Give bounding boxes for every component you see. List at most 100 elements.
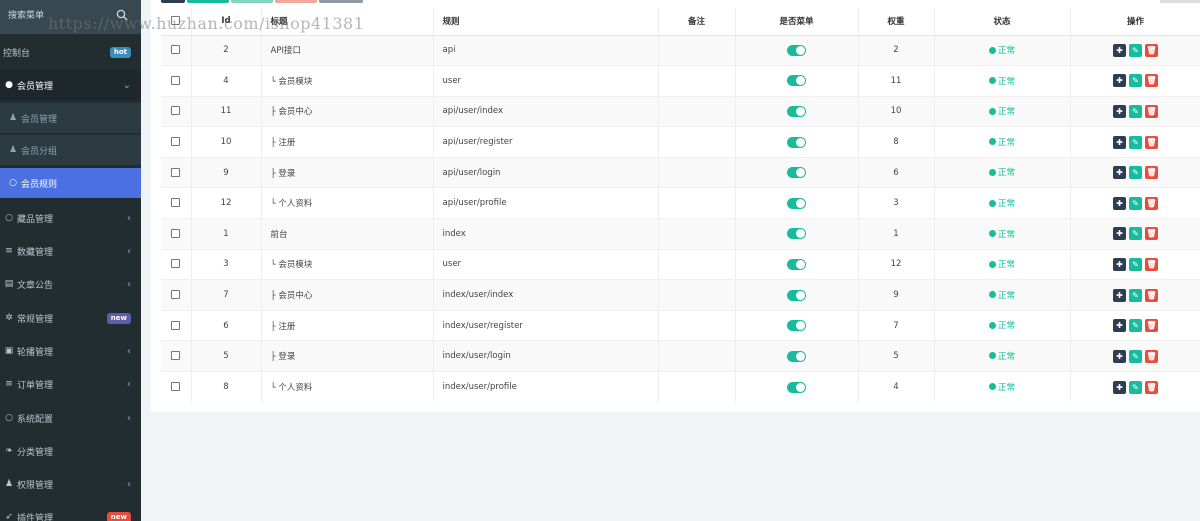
- delete-row-button[interactable]: 🗑: [1145, 43, 1158, 57]
- status-badge[interactable]: 正常: [988, 381, 1015, 393]
- is-menu-toggle[interactable]: [787, 381, 806, 393]
- table-row[interactable]: 10 ├ 注册 api/user/register 8 正常 ✚ ✎ 🗑: [161, 126, 1200, 158]
- add-child-button[interactable]: ✚: [1113, 43, 1126, 57]
- column-header-weight[interactable]: 权重: [858, 8, 935, 36]
- sidebar-item-13[interactable]: ♟ 权限管理 ‹: [0, 469, 141, 499]
- column-header-remark[interactable]: 备注: [658, 8, 736, 36]
- delete-row-button[interactable]: 🗑: [1145, 227, 1158, 241]
- delete-row-button[interactable]: 🗑: [1145, 104, 1158, 118]
- status-badge[interactable]: 正常: [988, 228, 1015, 240]
- row-checkbox[interactable]: [171, 75, 181, 85]
- add-child-button[interactable]: ✚: [1113, 288, 1126, 302]
- status-badge[interactable]: 正常: [988, 197, 1015, 209]
- sidebar-item-5[interactable]: ○ 藏品管理 ‹: [0, 203, 141, 233]
- row-checkbox[interactable]: [171, 167, 181, 177]
- status-badge[interactable]: 正常: [988, 44, 1015, 56]
- row-checkbox[interactable]: [171, 198, 181, 208]
- edit-row-button[interactable]: ✎: [1129, 380, 1142, 394]
- is-menu-toggle[interactable]: [787, 105, 806, 117]
- sidebar-item-9[interactable]: ▣ 轮播管理 ‹: [0, 336, 141, 366]
- table-row[interactable]: 3 └ 会员模块 user 12 正常 ✚ ✎ 🗑: [161, 248, 1200, 280]
- delete-row-button[interactable]: 🗑: [1145, 135, 1158, 149]
- row-checkbox[interactable]: [171, 290, 181, 300]
- row-checkbox[interactable]: [171, 106, 181, 116]
- row-checkbox[interactable]: [171, 320, 181, 330]
- delete-row-button[interactable]: 🗑: [1145, 319, 1158, 333]
- delete-button[interactable]: [275, 0, 317, 3]
- add-child-button[interactable]: ✚: [1113, 380, 1126, 394]
- is-menu-toggle[interactable]: [787, 228, 806, 240]
- is-menu-toggle[interactable]: [787, 167, 806, 179]
- edit-row-button[interactable]: ✎: [1129, 227, 1142, 241]
- sidebar-item-1[interactable]: ● 会员管理 ⌄: [0, 70, 141, 100]
- add-child-button[interactable]: ✚: [1113, 135, 1126, 149]
- search-icon[interactable]: [116, 9, 128, 21]
- edit-row-button[interactable]: ✎: [1129, 43, 1142, 57]
- row-checkbox[interactable]: [171, 228, 181, 238]
- add-button[interactable]: [187, 0, 229, 3]
- sidebar-item-11[interactable]: ○ 系统配置 ‹: [0, 403, 141, 433]
- delete-row-button[interactable]: 🗑: [1145, 380, 1158, 394]
- refresh-button[interactable]: [161, 0, 185, 3]
- add-child-button[interactable]: ✚: [1113, 227, 1126, 241]
- table-row[interactable]: 11 ├ 会员中心 api/user/index 10 正常 ✚ ✎ 🗑: [161, 95, 1200, 127]
- delete-row-button[interactable]: 🗑: [1145, 349, 1158, 363]
- table-row[interactable]: 8 └ 个人资料 index/user/profile 4 正常 ✚ ✎ 🗑: [161, 371, 1200, 403]
- edit-row-button[interactable]: ✎: [1129, 104, 1142, 118]
- edit-row-button[interactable]: ✎: [1129, 257, 1142, 271]
- sidebar-item-2[interactable]: ♟ 会员管理: [0, 103, 141, 133]
- add-child-button[interactable]: ✚: [1113, 104, 1126, 118]
- sidebar-item-10[interactable]: ≡ 订单管理 ‹: [0, 369, 141, 399]
- select-all-checkbox[interactable]: [171, 16, 181, 26]
- table-row[interactable]: 4 └ 会员模块 user 11 正常 ✚ ✎ 🗑: [161, 65, 1200, 97]
- edit-row-button[interactable]: ✎: [1129, 319, 1142, 333]
- add-child-button[interactable]: ✚: [1113, 74, 1126, 88]
- edit-row-button[interactable]: ✎: [1129, 135, 1142, 149]
- delete-row-button[interactable]: 🗑: [1145, 288, 1158, 302]
- is-menu-toggle[interactable]: [787, 197, 806, 209]
- sidebar-item-4[interactable]: ○ 会员规则: [0, 168, 141, 198]
- sidebar-item-8[interactable]: ✲ 常规管理 new: [0, 303, 141, 333]
- add-child-button[interactable]: ✚: [1113, 319, 1126, 333]
- column-header-status[interactable]: 状态: [934, 8, 1071, 36]
- sidebar-item-3[interactable]: ♟ 会员分组: [0, 135, 141, 165]
- add-child-button[interactable]: ✚: [1113, 196, 1126, 210]
- is-menu-toggle[interactable]: [787, 258, 806, 270]
- add-child-button[interactable]: ✚: [1113, 349, 1126, 363]
- edit-row-button[interactable]: ✎: [1129, 74, 1142, 88]
- status-badge[interactable]: 正常: [988, 136, 1015, 148]
- edit-row-button[interactable]: ✎: [1129, 288, 1142, 302]
- table-row[interactable]: 6 ├ 注册 index/user/register 7 正常 ✚ ✎ 🗑: [161, 309, 1200, 341]
- is-menu-toggle[interactable]: [787, 75, 806, 87]
- delete-row-button[interactable]: 🗑: [1145, 196, 1158, 210]
- row-checkbox[interactable]: [171, 259, 181, 269]
- edit-row-button[interactable]: ✎: [1129, 196, 1142, 210]
- table-row[interactable]: 9 ├ 登录 api/user/login 6 正常 ✚ ✎ 🗑: [161, 156, 1200, 188]
- is-menu-toggle[interactable]: [787, 320, 806, 332]
- edit-row-button[interactable]: ✎: [1129, 349, 1142, 363]
- row-checkbox[interactable]: [171, 351, 181, 361]
- table-row[interactable]: 5 ├ 登录 index/user/login 5 正常 ✚ ✎ 🗑: [161, 340, 1200, 372]
- edit-button[interactable]: [231, 0, 273, 3]
- column-header-rule[interactable]: 规则: [433, 8, 659, 36]
- is-menu-toggle[interactable]: [787, 136, 806, 148]
- sidebar-item-12[interactable]: ❧ 分类管理: [0, 436, 141, 466]
- delete-row-button[interactable]: 🗑: [1145, 257, 1158, 271]
- row-checkbox[interactable]: [171, 382, 181, 392]
- table-row[interactable]: 2 API接口 api 2 正常 ✚ ✎ 🗑: [161, 34, 1200, 66]
- add-child-button[interactable]: ✚: [1113, 257, 1126, 271]
- search-input[interactable]: [0, 5, 112, 27]
- add-child-button[interactable]: ✚: [1113, 166, 1126, 180]
- is-menu-toggle[interactable]: [787, 350, 806, 362]
- status-badge[interactable]: 正常: [988, 105, 1015, 117]
- row-checkbox[interactable]: [171, 45, 181, 55]
- table-row[interactable]: 12 └ 个人资料 api/user/profile 3 正常 ✚ ✎ 🗑: [161, 187, 1200, 219]
- sidebar-item-7[interactable]: ▤ 文章公告 ‹: [0, 269, 141, 299]
- is-menu-toggle[interactable]: [787, 44, 806, 56]
- edit-row-button[interactable]: ✎: [1129, 166, 1142, 180]
- sidebar-item-6[interactable]: ≡ 数藏管理 ‹: [0, 236, 141, 266]
- status-badge[interactable]: 正常: [988, 166, 1015, 178]
- column-header-title[interactable]: 标题: [261, 8, 434, 36]
- table-row[interactable]: 1 前台 index 1 正常 ✚ ✎ 🗑: [161, 218, 1200, 250]
- status-badge[interactable]: 正常: [988, 319, 1015, 331]
